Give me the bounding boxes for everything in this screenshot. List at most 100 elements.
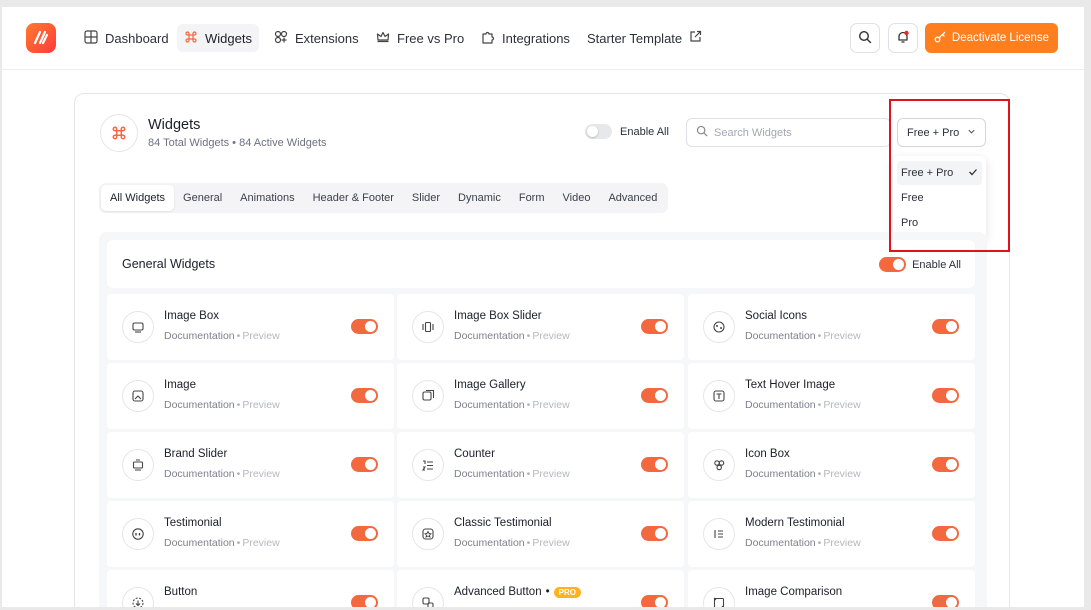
widget-title: Text Hover Image: [745, 379, 836, 391]
preview-link[interactable]: Preview: [532, 606, 569, 607]
documentation-link[interactable]: Documentation: [745, 330, 816, 342]
external-link-icon: [689, 30, 702, 46]
plan-option-free-pro[interactable]: Free + Pro: [897, 161, 982, 185]
documentation-link[interactable]: Documentation: [745, 399, 816, 411]
tab-animations[interactable]: Animations: [231, 185, 303, 211]
documentation-link[interactable]: Documentation: [164, 330, 235, 342]
section-enable-all-toggle[interactable]: [879, 257, 907, 272]
widget-title: Testimonial: [164, 517, 222, 529]
link-separator: •: [236, 330, 241, 342]
widget-name: Brand Slider: [164, 448, 227, 460]
widget-toggle[interactable]: [351, 319, 378, 334]
documentation-link[interactable]: Documentation: [745, 468, 816, 480]
nav-starter-template[interactable]: Starter Template: [580, 24, 709, 52]
preview-link[interactable]: Preview: [532, 537, 569, 549]
nav-dashboard[interactable]: Dashboard: [77, 24, 176, 52]
preview-link[interactable]: Preview: [532, 468, 569, 480]
button-icon: [122, 587, 154, 607]
preview-link[interactable]: Preview: [823, 399, 860, 411]
widget-toggle[interactable]: [641, 457, 668, 472]
preview-link[interactable]: Preview: [532, 330, 569, 342]
documentation-link[interactable]: Documentation: [454, 468, 525, 480]
tab-dynamic[interactable]: Dynamic: [449, 185, 510, 211]
documentation-link[interactable]: Documentation: [164, 537, 235, 549]
preview-link[interactable]: Preview: [242, 537, 279, 549]
widget-category-tabs: All Widgets General Animations Header & …: [99, 183, 669, 213]
documentation-link[interactable]: Documentation: [454, 399, 525, 411]
link-separator: •: [817, 399, 822, 411]
link-separator: •: [236, 537, 241, 549]
widget-toggle[interactable]: [932, 526, 959, 541]
documentation-link[interactable]: Documentation: [745, 606, 816, 607]
preview-link[interactable]: Preview: [823, 606, 860, 607]
nav-extensions[interactable]: Extensions: [267, 24, 366, 52]
widget-toggle[interactable]: [351, 388, 378, 403]
icon-box-icon: [703, 449, 735, 481]
preview-link[interactable]: Preview: [823, 537, 860, 549]
widget-toggle[interactable]: [932, 319, 959, 334]
plan-filter-select[interactable]: Free + Pro: [897, 118, 986, 147]
widget-toggle[interactable]: [351, 457, 378, 472]
widget-links: Documentation•Preview: [745, 399, 861, 411]
preview-link[interactable]: Preview: [242, 606, 279, 607]
widget-name: Text Hover Image: [745, 379, 835, 391]
widget-links: Documentation•Preview: [454, 330, 570, 342]
tab-header-footer[interactable]: Header & Footer: [304, 185, 403, 211]
tab-advanced[interactable]: Advanced: [599, 185, 666, 211]
search-button[interactable]: [850, 23, 880, 53]
widget-name: Image: [164, 379, 196, 391]
widget-toggle[interactable]: [932, 457, 959, 472]
plan-option-label: Pro: [901, 217, 919, 229]
tab-general[interactable]: General: [174, 185, 231, 211]
plan-option-free[interactable]: Free: [897, 186, 982, 210]
widget-toggle[interactable]: [641, 388, 668, 403]
preview-link[interactable]: Preview: [532, 399, 569, 411]
widget-toggle[interactable]: [932, 388, 959, 403]
widget-links: Documentation•Preview: [164, 537, 280, 549]
documentation-link[interactable]: Documentation: [454, 537, 525, 549]
tab-slider[interactable]: Slider: [403, 185, 449, 211]
widget-name: Modern Testimonial: [745, 517, 845, 529]
search-widgets-input[interactable]: [714, 126, 874, 139]
widget-toggle[interactable]: [641, 526, 668, 541]
notifications-button[interactable]: [888, 23, 918, 53]
tab-video[interactable]: Video: [554, 185, 600, 211]
widget-toggle[interactable]: [932, 595, 959, 607]
deactivate-license-button[interactable]: Deactivate License: [925, 23, 1058, 53]
preview-link[interactable]: Preview: [242, 330, 279, 342]
widget-links: Documentation•Preview: [745, 537, 861, 549]
documentation-link[interactable]: Documentation: [164, 399, 235, 411]
tab-all-widgets[interactable]: All Widgets: [101, 185, 175, 211]
preview-link[interactable]: Preview: [242, 399, 279, 411]
widget-title: Image Gallery: [454, 379, 526, 391]
preview-link[interactable]: Preview: [823, 330, 860, 342]
documentation-link[interactable]: Documentation: [164, 468, 235, 480]
chevron-down-icon: [967, 127, 976, 139]
widget-title: Image Box Slider: [454, 310, 542, 322]
widget-toggle[interactable]: [351, 595, 378, 607]
link-separator: •: [817, 468, 822, 480]
nav-integrations[interactable]: Integrations: [474, 24, 577, 52]
widget-title: Social Icons: [745, 310, 808, 322]
widget-toggle[interactable]: [351, 526, 378, 541]
nav-free-vs-pro[interactable]: Free vs Pro: [369, 24, 471, 52]
preview-link[interactable]: Preview: [823, 468, 860, 480]
app-logo[interactable]: [26, 23, 56, 53]
enable-all-toggle[interactable]: [585, 124, 612, 139]
documentation-link[interactable]: Documentation: [745, 537, 816, 549]
search-icon: [858, 30, 872, 47]
widget-name: Image Gallery: [454, 379, 526, 391]
tab-form[interactable]: Form: [510, 185, 554, 211]
search-icon: [696, 125, 708, 140]
documentation-link[interactable]: Documentation: [164, 606, 235, 607]
search-widgets-field[interactable]: [686, 118, 891, 147]
documentation-link[interactable]: Documentation: [454, 606, 525, 607]
widget-name: Counter: [454, 448, 495, 460]
widget-card: Image Documentation • Preview: [107, 363, 394, 429]
nav-widgets[interactable]: Widgets: [177, 24, 259, 52]
widget-title: Icon Box: [745, 448, 790, 460]
widget-toggle[interactable]: [641, 595, 668, 607]
preview-link[interactable]: Preview: [242, 468, 279, 480]
widget-toggle[interactable]: [641, 319, 668, 334]
documentation-link[interactable]: Documentation: [454, 330, 525, 342]
